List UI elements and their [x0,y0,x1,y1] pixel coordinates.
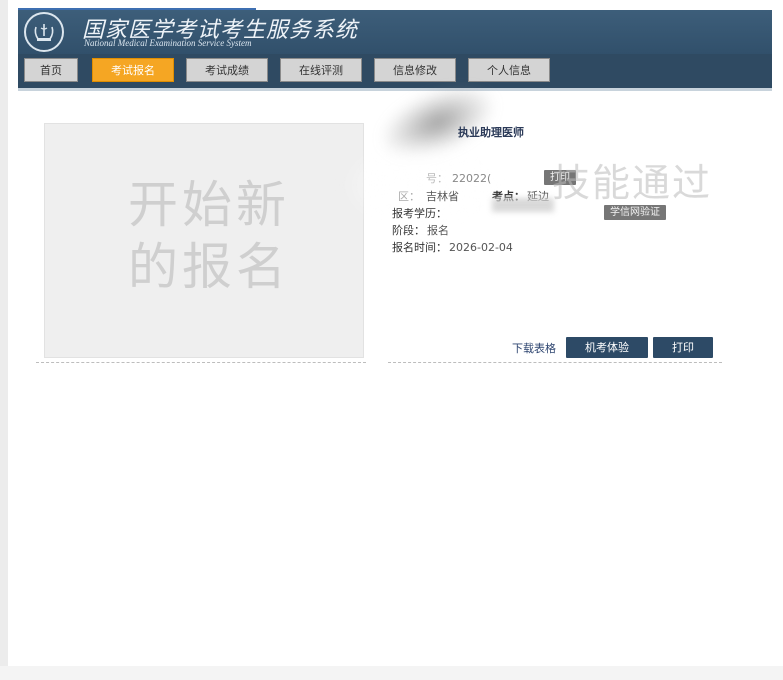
site-subtitle: National Medical Examination Service Sys… [84,38,252,48]
chsi-verify-button[interactable]: 学信网验证 [604,205,666,220]
nav-info-edit[interactable]: 信息修改 [374,58,456,82]
reg-time-value: 2026-02-04 [449,241,513,254]
stage-row: 阶段： 报名 [392,224,449,237]
reg-time-row: 报名时间： 2026-02-04 [392,241,513,254]
emblem-logo-icon [24,12,64,52]
nav-home[interactable]: 首页 [24,58,78,82]
main-nav: 首页 考试报名 考试成绩 在线评测 信息修改 个人信息 [18,54,772,88]
cbt-experience-button[interactable]: 机考体验 [566,337,648,358]
nav-underline [18,88,772,91]
card-divider-right [388,362,722,363]
new-registration-text: 开始新 的报名 [128,176,290,296]
redacted-education-value [492,198,554,212]
reg-number-row: 号： 22022( [426,172,492,185]
window-left-edge [0,0,8,680]
window-bottom-edge [0,666,783,680]
region-row: 区： 吉林省 [398,190,459,203]
nav-exam-results[interactable]: 考试成绩 [186,58,268,82]
site-header: 国家医学考试考生服务系统 National Medical Examinatio… [18,10,772,54]
card-divider-left [36,362,366,363]
download-form-link[interactable]: 下载表格 [512,340,556,356]
stage-value: 报名 [427,224,449,237]
region-value: 吉林省 [426,190,459,203]
exam-title: 执业助理医师 [458,126,524,139]
nav-online-evaluation[interactable]: 在线评测 [280,58,362,82]
new-registration-card[interactable]: 开始新 的报名 [44,123,364,358]
print-button[interactable]: 打印 [653,337,713,358]
reg-number-value: 22022( [452,172,492,185]
status-stamp: 技能通过 [552,161,713,205]
education-row: 报考学历： [392,207,447,220]
nav-exam-registration[interactable]: 考试报名 [92,58,174,82]
